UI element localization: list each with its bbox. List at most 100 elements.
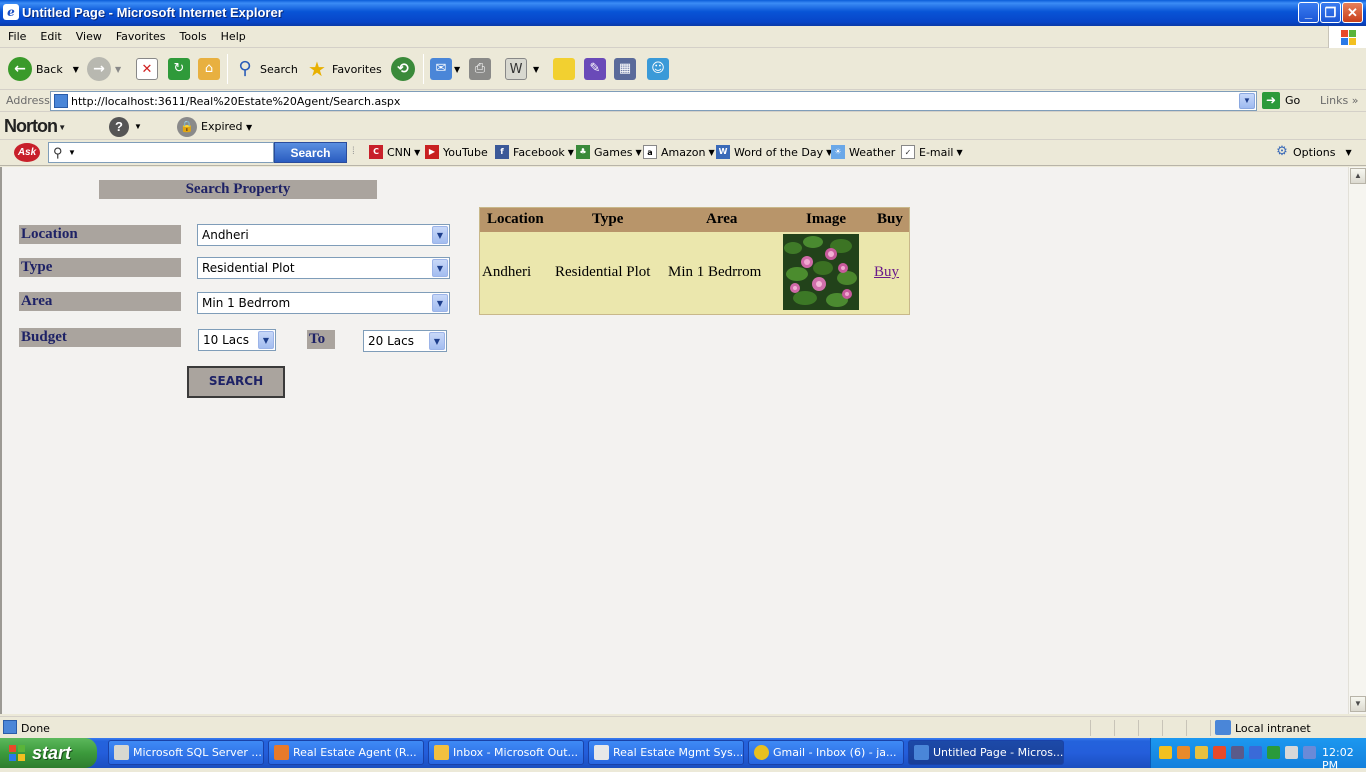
to-label: To	[307, 330, 335, 349]
budget-label: Budget	[19, 328, 181, 347]
buy-link[interactable]: Buy	[874, 264, 899, 281]
ask-link-email[interactable]: ✓ E-mail ▼	[901, 145, 963, 159]
edit-page-icon: W	[505, 58, 527, 80]
ie-icon: e	[3, 4, 19, 20]
volume-icon[interactable]	[1285, 746, 1298, 759]
stop-button[interactable]: ✕	[136, 56, 158, 82]
lock-icon: 🔒	[177, 117, 197, 137]
tray-misc-icon[interactable]	[1303, 746, 1316, 759]
menu-file[interactable]: File	[0, 26, 32, 43]
standard-toolbar: ← Back ▼ → ▼ ✕ ↻ ⌂ ⚲ Search ★ Favorites …	[0, 48, 1366, 90]
cell-type: Residential Plot	[555, 264, 651, 280]
ask-search-button[interactable]: Search	[274, 142, 347, 163]
media-button[interactable]: ▦	[614, 56, 636, 82]
help-dropdown-icon[interactable]: ▼	[134, 122, 142, 131]
vertical-scrollbar[interactable]: ▲ ▼	[1348, 167, 1366, 714]
mail-button[interactable]: ✉ ▼	[430, 56, 460, 82]
location-select[interactable]: Andheri ▼	[197, 224, 450, 246]
minimize-button[interactable]: _	[1298, 2, 1319, 23]
task-real-estate-agent[interactable]: Real Estate Agent (R...	[268, 740, 424, 765]
ask-link-games[interactable]: ♣ Games ▼	[576, 145, 642, 159]
notes-button[interactable]	[553, 56, 575, 82]
task-sql-server[interactable]: Microsoft SQL Server ...	[108, 740, 264, 765]
address-input[interactable]: http://localhost:3611/Real%20Estate%20Ag…	[50, 91, 1257, 111]
messenger-button[interactable]: ✎	[584, 56, 606, 82]
table-row: Andheri Residential Plot Min 1 Bedrrom B…	[480, 232, 909, 314]
menu-help[interactable]: Help	[213, 26, 252, 43]
task-gmail[interactable]: Gmail - Inbox (6) - ja...	[748, 740, 904, 765]
norton-logo[interactable]: Norton ▼	[4, 116, 66, 137]
budget-to-select[interactable]: 20 Lacs ▼	[363, 330, 447, 352]
ask-link-weather[interactable]: ☀ Weather	[831, 145, 895, 159]
tray-update-icon[interactable]	[1267, 746, 1280, 759]
start-button[interactable]: start	[0, 738, 97, 768]
ask-link-amazon[interactable]: a Amazon ▼	[643, 145, 715, 159]
ask-search-input[interactable]: ⚲ ▼	[48, 142, 274, 163]
options-gear-icon: ⚙	[1276, 144, 1288, 159]
history-button[interactable]: ⟲	[391, 56, 419, 82]
task-word-document[interactable]: Real Estate Mgmt Sys...	[588, 740, 744, 765]
back-button[interactable]: ← Back ▼	[8, 56, 79, 82]
type-select[interactable]: Residential Plot ▼	[197, 257, 450, 279]
budget-from-select[interactable]: 10 Lacs ▼	[198, 329, 276, 351]
address-dropdown-icon[interactable]: ▼	[1239, 93, 1255, 109]
task-untitled-page[interactable]: Untitled Page - Micros...	[908, 740, 1064, 765]
page-icon	[54, 94, 68, 108]
taskbar: start Microsoft SQL Server ... Real Esta…	[0, 738, 1366, 772]
ask-link-youtube[interactable]: ▶ YouTube	[425, 145, 488, 159]
games-label: Games	[594, 145, 633, 159]
visual-studio-icon	[274, 745, 289, 760]
cell-area: Min 1 Bedrrom	[668, 264, 762, 280]
contacts-button[interactable]: ☺	[647, 56, 669, 82]
contacts-icon: ☺	[647, 58, 669, 80]
ask-link-facebook[interactable]: f Facebook ▼	[495, 145, 574, 159]
task-outlook-inbox[interactable]: Inbox - Microsoft Out...	[428, 740, 584, 765]
header-buy: Buy	[877, 211, 903, 227]
maximize-button[interactable]: ❐	[1320, 2, 1341, 23]
star-icon: ★	[308, 57, 326, 81]
search-toolbar-button[interactable]: ⚲ Search	[234, 56, 297, 82]
menu-favorites[interactable]: Favorites	[108, 26, 172, 43]
ask-logo[interactable]: Ask	[14, 143, 40, 162]
menu-view[interactable]: View	[68, 26, 108, 43]
tray-outlook-icon[interactable]	[1177, 746, 1190, 759]
links-button[interactable]: Links »	[1320, 94, 1359, 107]
tray-info-icon[interactable]	[1249, 746, 1262, 759]
ask-link-cnn[interactable]: C CNN ▼	[369, 145, 420, 159]
back-arrow-icon: ←	[8, 57, 32, 81]
edit-button[interactable]: W ▼	[505, 56, 539, 82]
go-button[interactable]: ➜ Go	[1262, 92, 1300, 109]
forward-dropdown-icon[interactable]: ▼	[115, 65, 121, 74]
back-dropdown-icon[interactable]: ▼	[73, 65, 79, 74]
grip-icon[interactable]: ⁞	[352, 146, 355, 157]
tray-network-icon[interactable]	[1159, 746, 1172, 759]
home-button[interactable]: ⌂	[198, 56, 220, 82]
scroll-down-icon[interactable]: ▼	[1350, 696, 1366, 712]
search-button[interactable]: SEARCH	[187, 366, 285, 398]
favorites-button[interactable]: ★ Favorites	[306, 56, 382, 82]
options-button[interactable]: ⚙ Options ▼	[1275, 144, 1351, 159]
mail-dropdown-icon[interactable]: ▼	[454, 65, 460, 74]
weather-icon: ☀	[831, 145, 845, 159]
close-button[interactable]: ✕	[1342, 2, 1363, 23]
print-button[interactable]: ⎙	[469, 56, 491, 82]
menu-tools[interactable]: Tools	[172, 26, 213, 43]
scroll-up-icon[interactable]: ▲	[1350, 168, 1366, 184]
menu-edit[interactable]: Edit	[32, 26, 67, 43]
area-select[interactable]: Min 1 Bedrrom ▼	[197, 292, 450, 314]
cnn-icon: C	[369, 145, 383, 159]
tray-sql-icon[interactable]	[1231, 746, 1244, 759]
help-icon[interactable]: ?	[109, 117, 129, 137]
tray-app-icon[interactable]	[1195, 746, 1208, 759]
edit-dropdown-icon[interactable]: ▼	[533, 65, 539, 74]
menu-bar: File Edit View Favorites Tools Help	[0, 26, 1366, 48]
forward-button[interactable]: → ▼	[87, 56, 121, 82]
refresh-button[interactable]: ↻	[168, 56, 190, 82]
mail-icon: ✉	[430, 58, 452, 80]
go-label: Go	[1285, 94, 1301, 107]
location-dropdown-icon: ▼	[432, 226, 448, 244]
search-dropdown-icon[interactable]: ▼	[68, 148, 76, 157]
ask-link-word-of-the-day[interactable]: W Word of the Day ▼	[716, 145, 832, 159]
expired-status[interactable]: Expired ▼	[201, 120, 252, 133]
tray-security-icon[interactable]	[1213, 746, 1226, 759]
